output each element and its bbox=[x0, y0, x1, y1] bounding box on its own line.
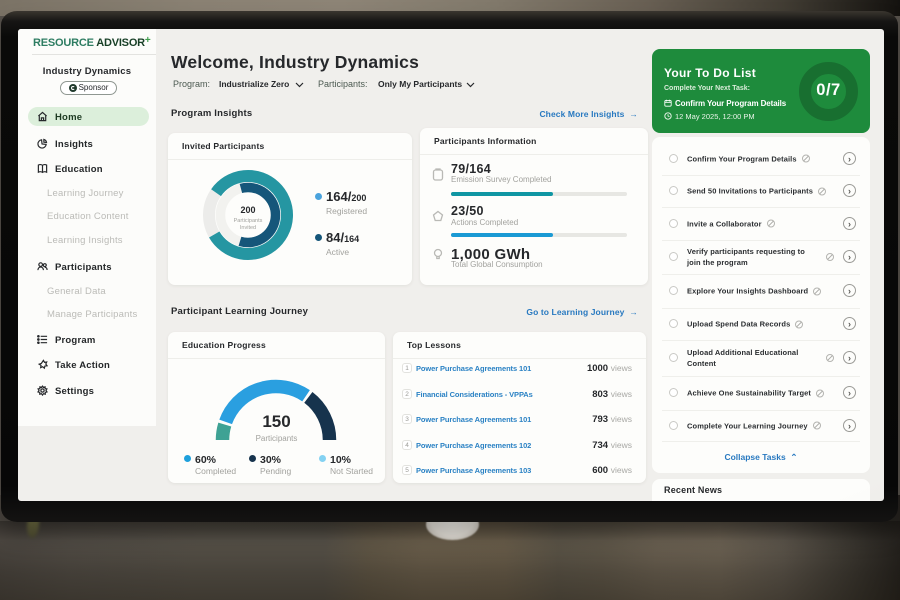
svg-text:Participants: Participants bbox=[234, 218, 263, 224]
svg-text:Invited: Invited bbox=[240, 225, 256, 231]
svg-text:200: 200 bbox=[240, 205, 255, 215]
